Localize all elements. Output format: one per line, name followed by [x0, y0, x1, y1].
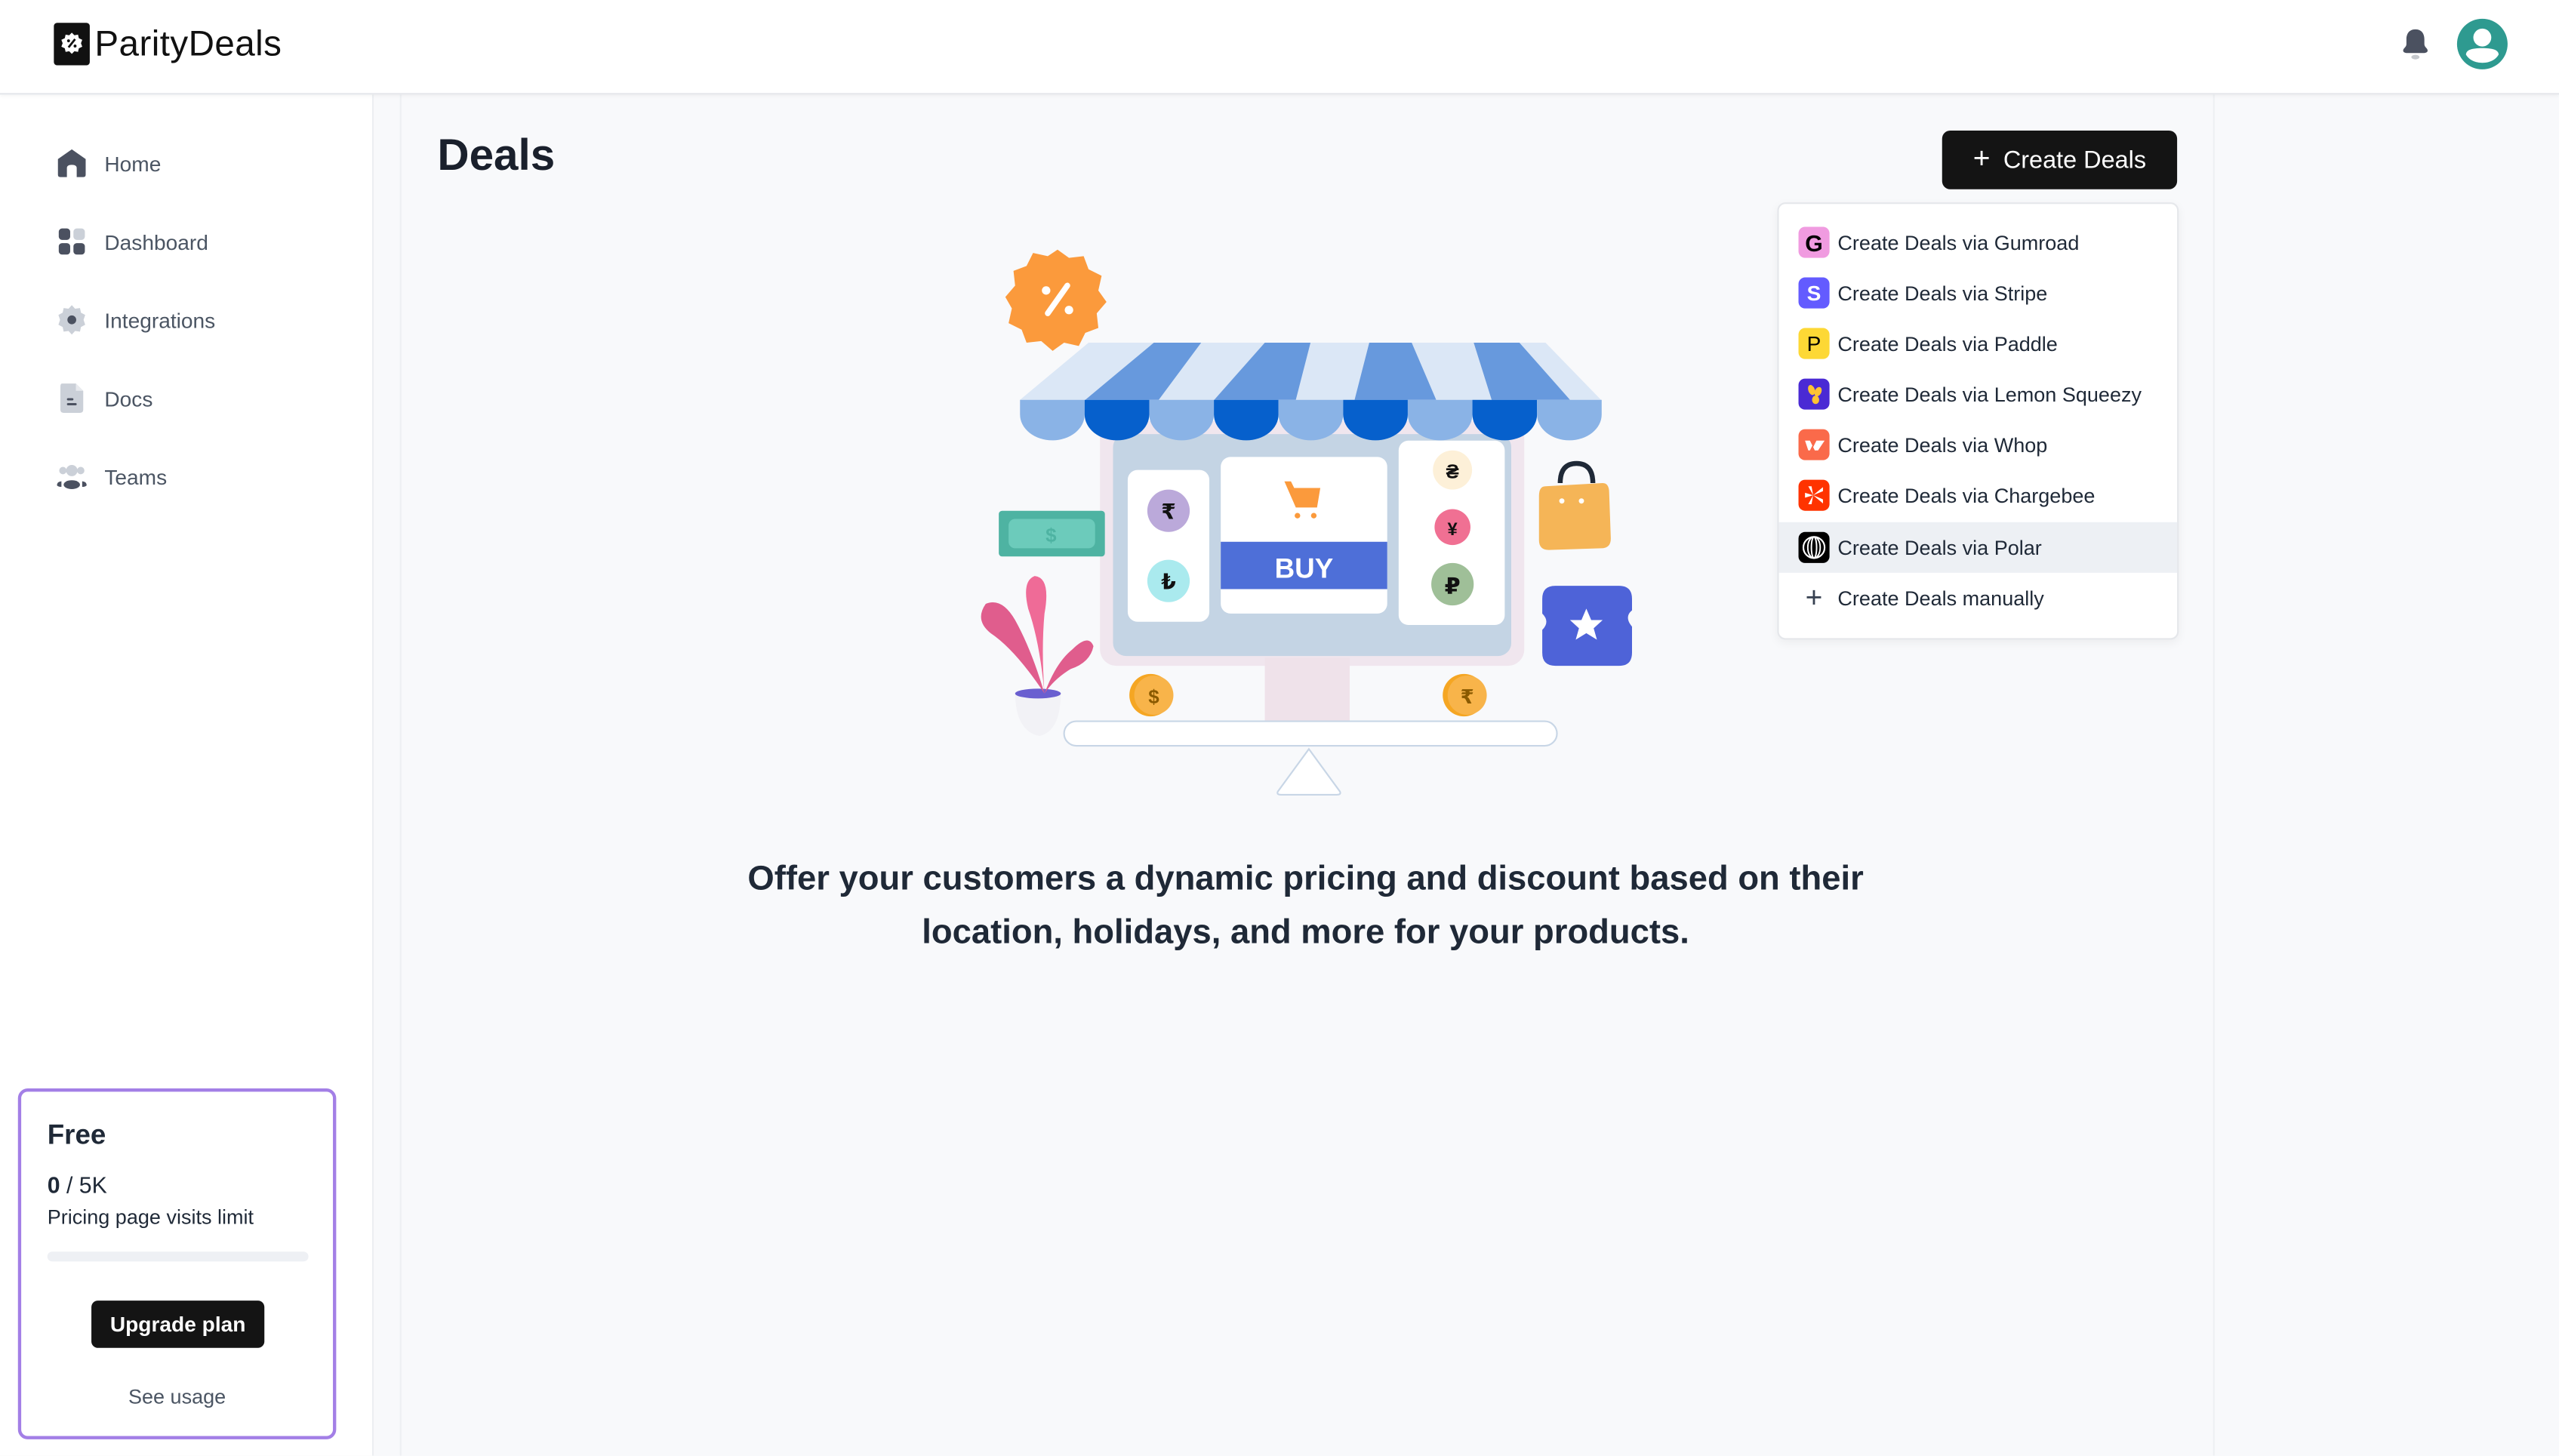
- sidebar-item-integrations[interactable]: Integrations: [56, 303, 216, 336]
- discount-badge-icon: [1005, 249, 1107, 351]
- logo-text: ParityDeals: [94, 23, 282, 64]
- svg-text:$: $: [1148, 687, 1159, 708]
- seesaw-plank: [1063, 720, 1558, 747]
- usage-limit: / 5K: [60, 1171, 107, 1198]
- sidebar-item-home[interactable]: Home: [56, 147, 162, 180]
- buy-label: BUY: [1275, 553, 1334, 583]
- headline-line-1: Offer your customers a dynamic pricing a…: [747, 860, 1864, 898]
- gear-icon: [56, 303, 88, 336]
- gumroad-icon: G: [1798, 226, 1830, 258]
- plus-icon: +: [1805, 580, 1823, 614]
- menu-item-label: Create Deals via Lemon Squeezy: [1837, 382, 2142, 406]
- bell-icon[interactable]: [2399, 26, 2431, 63]
- page-headline: Offer your customers a dynamic pricing a…: [653, 852, 1959, 960]
- users-icon: [56, 460, 88, 493]
- menu-item-label: Create Deals via Paddle: [1837, 331, 2058, 356]
- chargebee-icon: [1798, 479, 1830, 511]
- menu-item-stripe[interactable]: S Create Deals via Stripe: [1779, 268, 2178, 319]
- currency-symbol: ¥: [1448, 519, 1458, 540]
- page-title: Deals: [437, 130, 556, 180]
- logo-badge-icon: [54, 23, 90, 66]
- menu-item-polar[interactable]: Create Deals via Polar: [1778, 522, 2178, 573]
- menu-item-label: Create Deals via Chargebee: [1837, 484, 2096, 507]
- logo[interactable]: ParityDeals: [54, 23, 282, 66]
- currency-symbol: ₹: [1161, 500, 1176, 524]
- cash-bill-icon: $: [999, 510, 1105, 557]
- storefront-illustration: ₹ ₺ BUY ₴ ¥ ₽ $ $ ₹: [981, 249, 1632, 796]
- menu-item-manual[interactable]: + Create Deals manually: [1779, 573, 2178, 623]
- plan-usage: 0 / 5K: [48, 1171, 107, 1198]
- sidebar-item-label: Home: [104, 150, 162, 176]
- sidebar-item-label: Integrations: [104, 307, 216, 332]
- menu-item-gumroad[interactable]: G Create Deals via Gumroad: [1779, 217, 2178, 268]
- stripe-icon: S: [1798, 277, 1830, 309]
- plan-title: Free: [47, 1119, 106, 1151]
- awning: [1020, 343, 1602, 441]
- lemon-squeezy-icon: [1798, 378, 1830, 410]
- whop-icon: [1798, 429, 1830, 460]
- sidebar-item-dashboard[interactable]: Dashboard: [56, 225, 208, 257]
- sidebar: Home Dashboard Integrations Docs Teams F…: [0, 94, 374, 1456]
- see-usage-link[interactable]: See usage: [21, 1386, 333, 1408]
- star-ticket-icon: [1542, 586, 1632, 666]
- awning-scallop: [1020, 399, 1085, 441]
- plus-icon: +: [1972, 142, 1991, 175]
- menu-item-lemon-squeezy[interactable]: Create Deals via Lemon Squeezy: [1779, 369, 2178, 420]
- currency-symbol: ₽: [1445, 574, 1461, 599]
- sidebar-item-label: Teams: [104, 464, 168, 489]
- menu-item-label: Create Deals via Whop: [1837, 433, 2048, 457]
- menu-item-paddle[interactable]: P Create Deals via Paddle: [1779, 319, 2178, 369]
- rupee-coin-icon: ₹: [1443, 673, 1487, 717]
- sidebar-item-teams[interactable]: Teams: [56, 460, 168, 493]
- seesaw-fulcrum: [1276, 747, 1341, 796]
- plant-icon: [981, 576, 1094, 737]
- top-header: ParityDeals: [0, 0, 2559, 95]
- upgrade-plan-button[interactable]: Upgrade plan: [91, 1301, 265, 1348]
- plan-card: Free 0 / 5K Pricing page visits limit Up…: [17, 1088, 337, 1439]
- shopping-bag-icon: [1538, 460, 1611, 550]
- menu-item-whop[interactable]: Create Deals via Whop: [1779, 420, 2178, 470]
- awning-scallop: [1537, 399, 1602, 441]
- menu-item-chargebee[interactable]: Create Deals via Chargebee: [1779, 470, 2178, 521]
- dollar-coin-icon: $: [1129, 673, 1174, 717]
- svg-text:₹: ₹: [1461, 687, 1474, 708]
- currency-symbol: ₺: [1161, 570, 1176, 593]
- user-avatar-icon[interactable]: [2456, 18, 2508, 70]
- home-icon: [56, 147, 88, 180]
- paddle-icon: P: [1798, 328, 1830, 359]
- polar-icon: [1798, 531, 1830, 563]
- create-deals-menu: G Create Deals via Gumroad S Create Deal…: [1777, 202, 2179, 640]
- grid-icon: [56, 225, 88, 257]
- create-deals-label: Create Deals: [2003, 146, 2147, 174]
- currency-symbol: ₴: [1446, 461, 1459, 482]
- monitor-stand: [1264, 657, 1350, 723]
- sidebar-item-label: Dashboard: [104, 229, 208, 254]
- usage-progress-bar: [47, 1251, 309, 1262]
- sidebar-item-docs[interactable]: Docs: [56, 382, 153, 414]
- create-deals-button[interactable]: + Create Deals: [1942, 130, 2178, 189]
- plan-description: Pricing page visits limit: [47, 1205, 254, 1229]
- svg-text:$: $: [1045, 525, 1057, 546]
- menu-item-label: Create Deals via Stripe: [1837, 281, 2048, 305]
- menu-item-label: Create Deals via Polar: [1837, 536, 2042, 559]
- sidebar-item-label: Docs: [104, 386, 153, 411]
- menu-item-label: Create Deals via Gumroad: [1837, 230, 2080, 254]
- usage-count: 0: [47, 1171, 60, 1198]
- headline-line-2: location, holidays, and more for your pr…: [922, 913, 1689, 952]
- menu-item-label: Create Deals manually: [1837, 586, 2044, 610]
- document-icon: [56, 382, 88, 414]
